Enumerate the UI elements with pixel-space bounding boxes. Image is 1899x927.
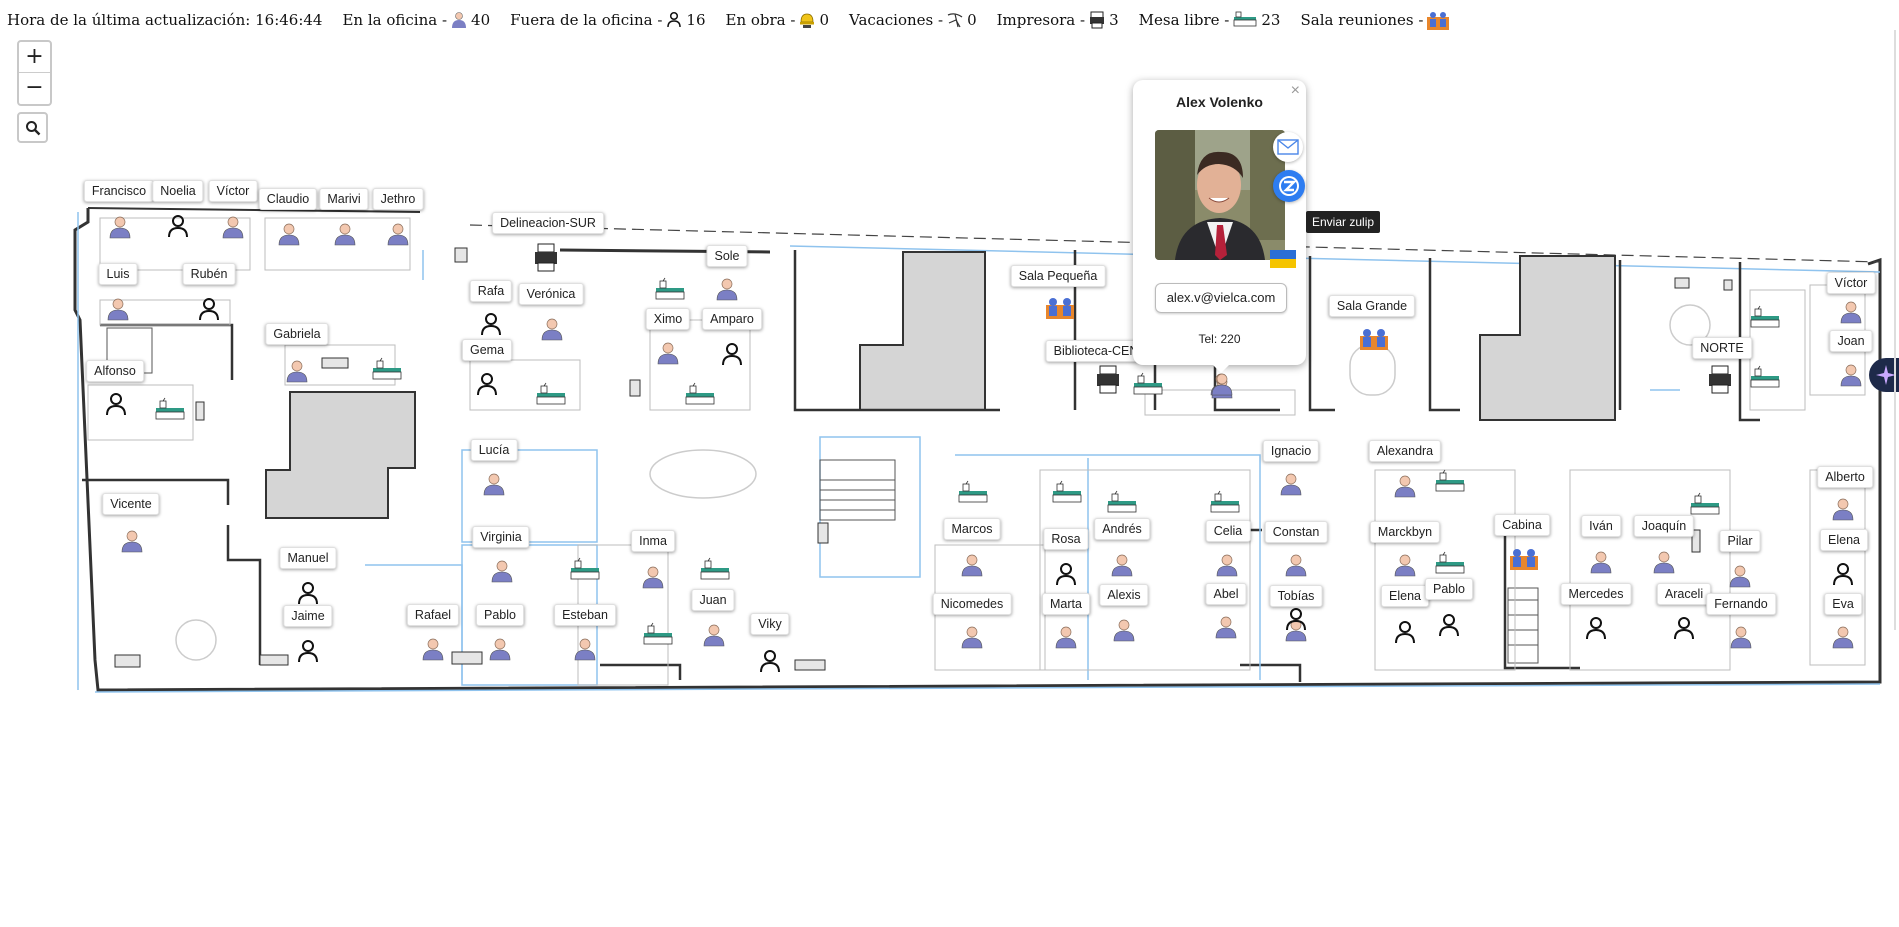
label-pablo[interactable]: Pablo — [1425, 578, 1473, 600]
label-elena-2[interactable]: Elena — [1381, 585, 1429, 607]
label-rosa[interactable]: Rosa — [1043, 528, 1089, 550]
label-francisco[interactable]: Francisco — [83, 180, 155, 202]
label-noelia[interactable]: Noelia — [152, 180, 204, 202]
label-victor-2[interactable]: Víctor — [1826, 272, 1876, 294]
label-inma[interactable]: Inma — [631, 530, 675, 552]
mail-button[interactable] — [1273, 132, 1303, 162]
phone-number: Tel: 220 — [1198, 332, 1241, 346]
label-viky[interactable]: Viky — [750, 613, 790, 635]
label-delineacion-sur[interactable]: Delineacion-SUR — [492, 212, 604, 234]
label-esteban[interactable]: Esteban — [554, 604, 616, 626]
label-sala-pequena[interactable]: Sala Pequeña — [1010, 265, 1106, 287]
person-photo — [1155, 130, 1285, 260]
conference-table — [1349, 344, 1396, 396]
label-araceli[interactable]: Araceli — [1656, 583, 1712, 605]
label-mercedes[interactable]: Mercedes — [1560, 583, 1632, 605]
label-celia[interactable]: Celia — [1205, 520, 1251, 542]
label-eva[interactable]: Eva — [1824, 593, 1862, 615]
popup-tail — [1213, 365, 1229, 373]
label-jethro[interactable]: Jethro — [372, 188, 424, 210]
envelope-icon — [1277, 139, 1299, 155]
label-amparo[interactable]: Amparo — [702, 308, 762, 330]
flag-ukraine-icon — [1270, 250, 1296, 268]
label-nicomedes[interactable]: Nicomedes — [932, 593, 1012, 615]
label-pilar[interactable]: Pilar — [1719, 530, 1761, 552]
label-norte[interactable]: NORTE — [1692, 337, 1752, 359]
label-sala-grande[interactable]: Sala Grande — [1328, 295, 1416, 317]
label-virginia[interactable]: Virginia — [472, 526, 530, 548]
label-juan[interactable]: Juan — [691, 589, 735, 611]
person-name: Alex Volenko — [1176, 94, 1263, 110]
label-rafael[interactable]: Rafael — [406, 604, 460, 626]
label-marckbyn[interactable]: Marckbyn — [1369, 521, 1441, 543]
label-joaquin[interactable]: Joaquín — [1633, 515, 1695, 537]
label-ruben[interactable]: Rubén — [182, 263, 236, 285]
label-biblioteca-cen[interactable]: Biblioteca-CEN — [1045, 340, 1147, 362]
label-gema[interactable]: Gema — [461, 339, 513, 361]
label-abel[interactable]: Abel — [1205, 583, 1247, 605]
label-constan[interactable]: Constan — [1264, 521, 1328, 543]
email-button[interactable]: alex.v@vielca.com — [1155, 283, 1287, 313]
label-vicente[interactable]: Vicente — [102, 493, 160, 515]
label-manuel[interactable]: Manuel — [279, 547, 337, 569]
label-veronica[interactable]: Verónica — [518, 283, 584, 305]
scrollbar[interactable] — [1894, 30, 1896, 630]
label-alexandra[interactable]: Alexandra — [1368, 440, 1442, 462]
zulip-tooltip: Enviar zulip — [1306, 211, 1381, 233]
label-alfonso[interactable]: Alfonso — [86, 360, 144, 382]
label-sole[interactable]: Sole — [706, 245, 748, 267]
label-marcos[interactable]: Marcos — [943, 518, 1001, 540]
round-table-south — [175, 619, 217, 661]
label-elena[interactable]: Elena — [1820, 529, 1868, 551]
label-pablo-2[interactable]: Pablo — [476, 604, 524, 626]
label-cabina[interactable]: Cabina — [1494, 514, 1550, 536]
photo-image — [1155, 130, 1285, 260]
label-ximo[interactable]: Ximo — [645, 308, 691, 330]
label-ignacio[interactable]: Ignacio — [1262, 440, 1320, 462]
label-rafa[interactable]: Rafa — [469, 280, 513, 302]
label-andres[interactable]: Andrés — [1094, 518, 1150, 540]
label-jaime[interactable]: Jaime — [283, 605, 333, 627]
zulip-button[interactable] — [1273, 170, 1305, 202]
label-claudio[interactable]: Claudio — [258, 188, 318, 210]
label-tobias[interactable]: Tobías — [1269, 585, 1323, 607]
label-alexis[interactable]: Alexis — [1099, 584, 1149, 606]
label-luis[interactable]: Luis — [98, 263, 138, 285]
lobby-table — [649, 449, 757, 499]
service-cores — [265, 251, 1616, 519]
label-fernando[interactable]: Fernando — [1706, 593, 1776, 615]
label-joan[interactable]: Joan — [1829, 330, 1873, 352]
label-gabriela[interactable]: Gabriela — [265, 323, 329, 345]
person-popup: × Alex Volenko alex.v@vielca.com Tel: 22… — [1133, 80, 1306, 373]
label-alberto[interactable]: Alberto — [1817, 466, 1873, 488]
label-victor[interactable]: Víctor — [208, 180, 258, 202]
zulip-icon — [1279, 176, 1299, 196]
label-marta[interactable]: Marta — [1042, 593, 1090, 615]
label-ivan[interactable]: Iván — [1581, 515, 1621, 537]
floor-plan — [73, 207, 1882, 693]
label-marivi[interactable]: Marivi — [319, 188, 369, 210]
selected-person-marker[interactable] — [1210, 372, 1234, 398]
label-lucia[interactable]: Lucía — [470, 439, 518, 461]
